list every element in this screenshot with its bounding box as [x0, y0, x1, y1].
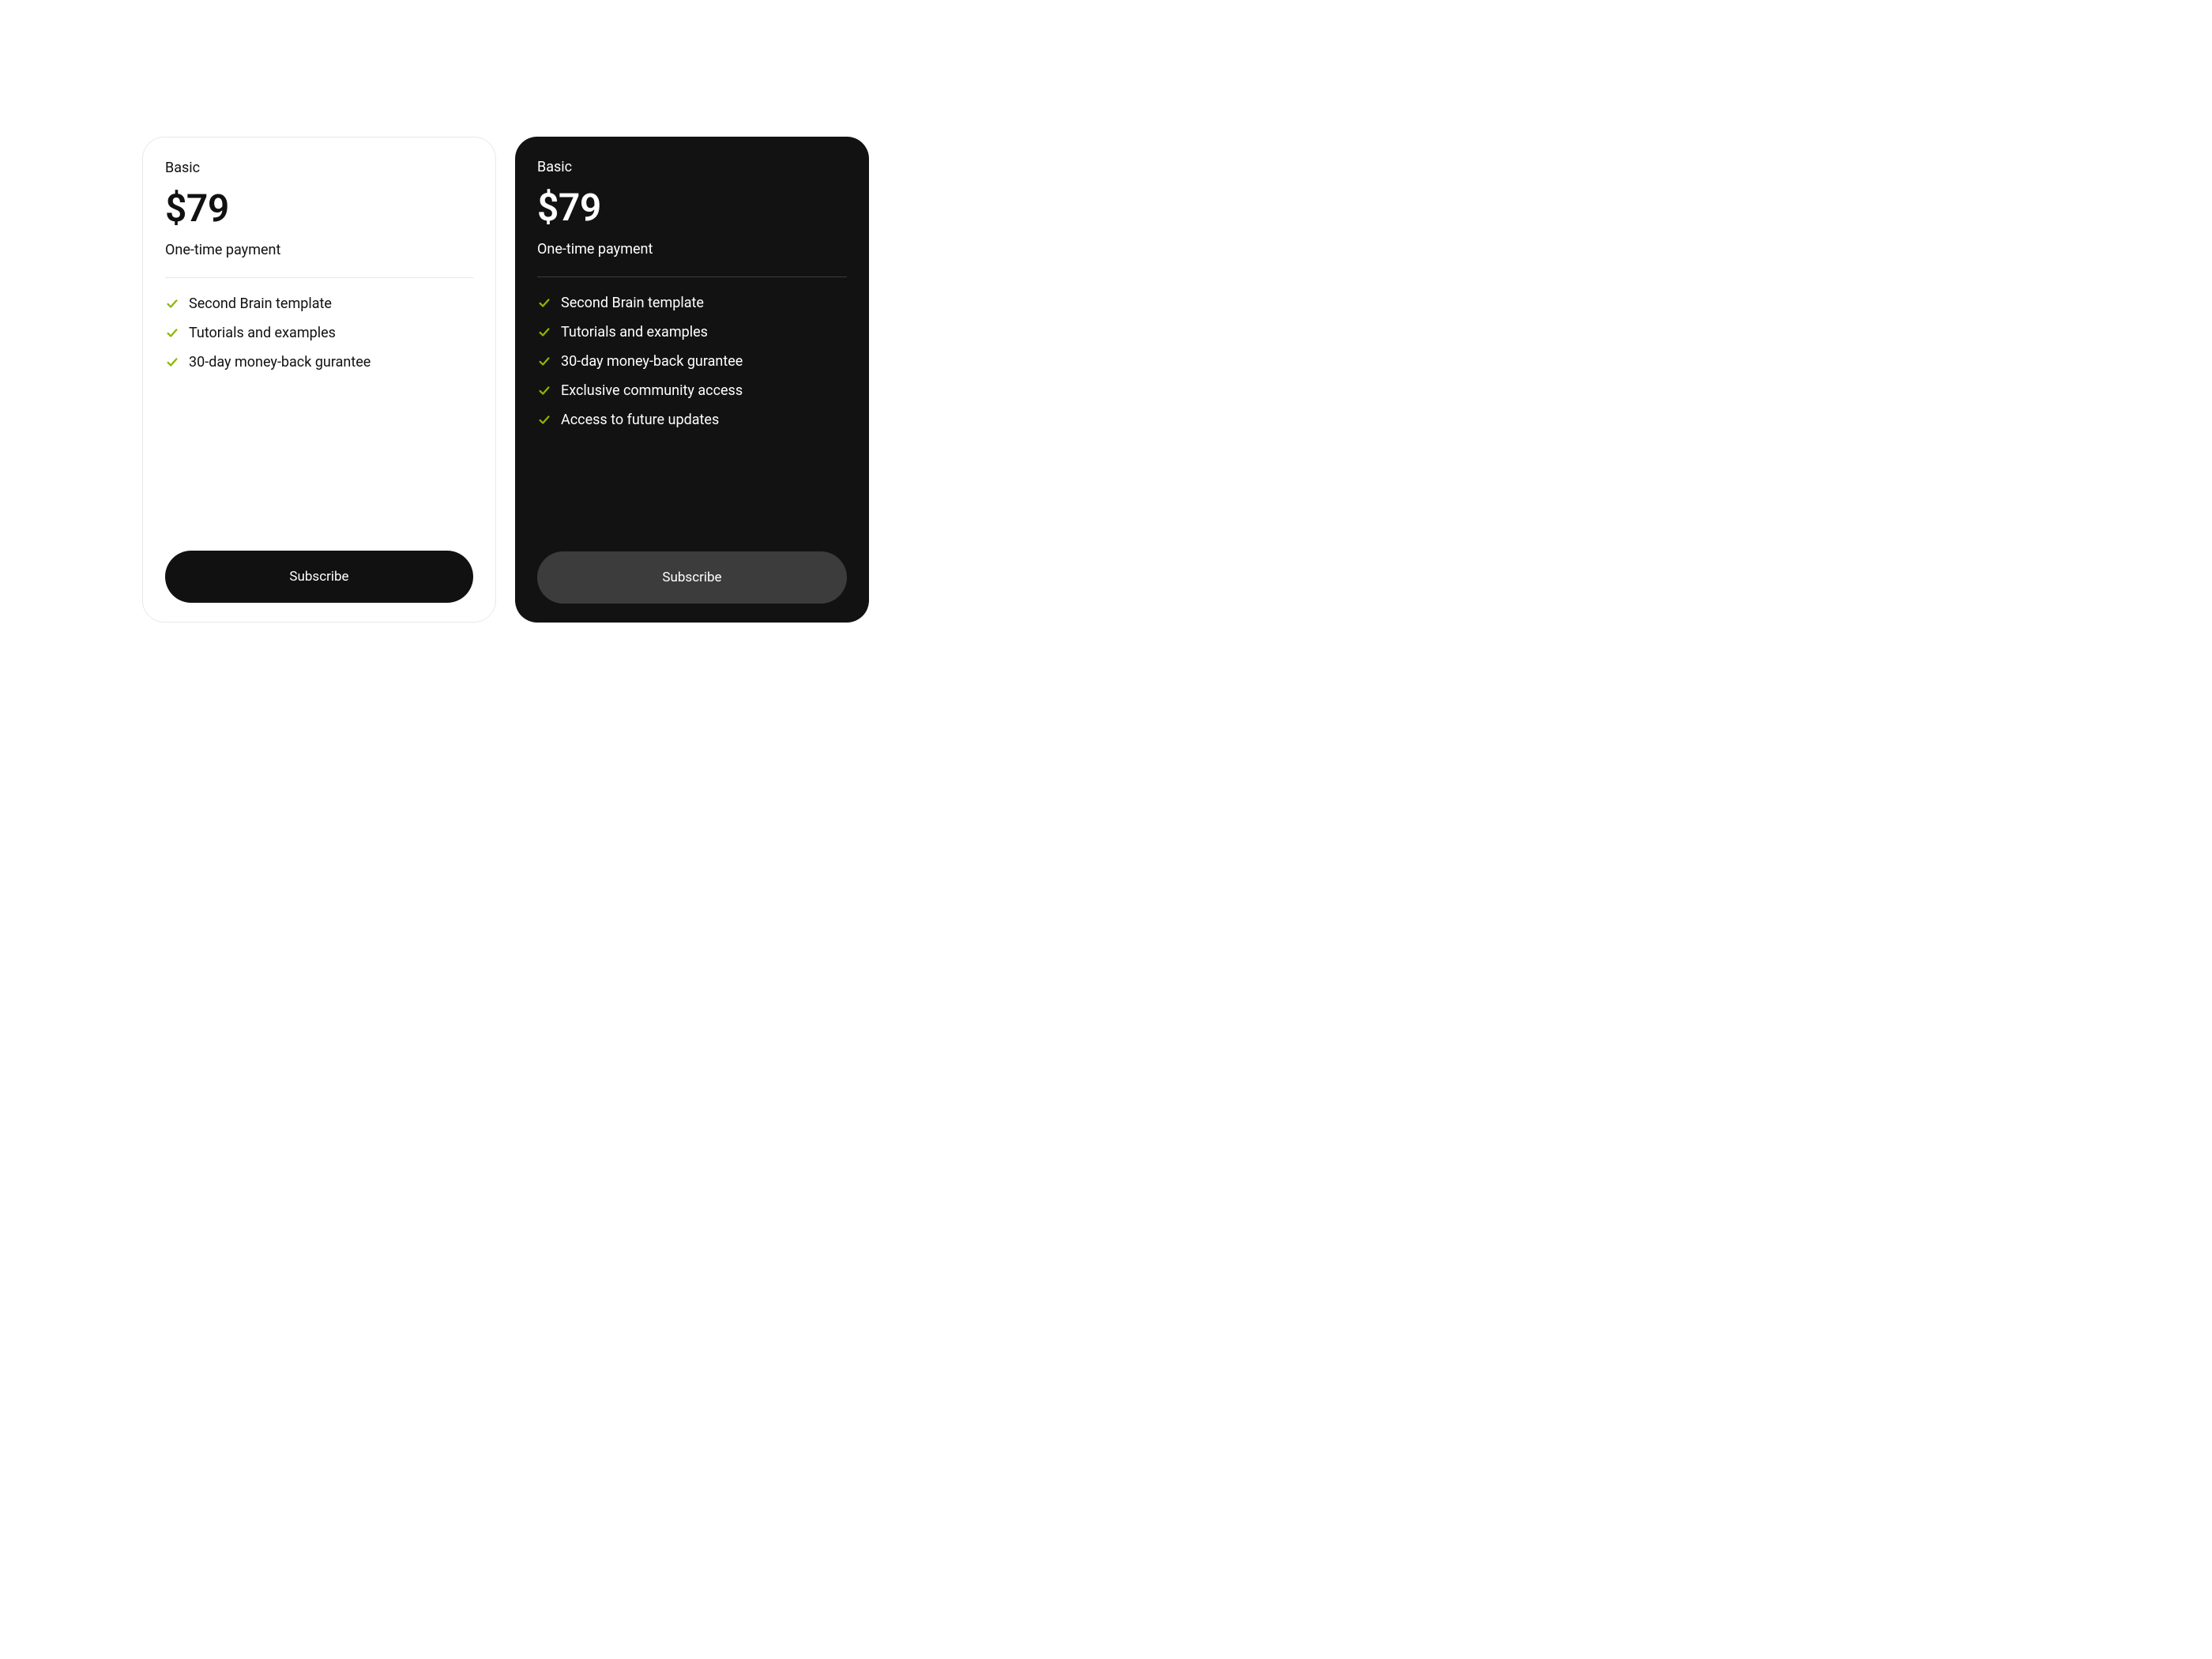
feature-item: Access to future updates	[537, 412, 847, 428]
check-icon	[165, 325, 179, 340]
check-icon	[537, 325, 551, 339]
divider	[165, 277, 473, 278]
feature-label: Exclusive community access	[561, 382, 743, 399]
feature-label: 30-day money-back gurantee	[189, 354, 371, 371]
feature-item: Tutorials and examples	[537, 324, 847, 340]
feature-item: Exclusive community access	[537, 382, 847, 399]
payment-type: One-time payment	[537, 241, 847, 258]
check-icon	[537, 383, 551, 397]
divider	[537, 276, 847, 277]
feature-item: Second Brain template	[165, 295, 473, 312]
pricing-card-light: Basic $79 One-time payment Second Brain …	[142, 137, 496, 623]
feature-label: Access to future updates	[561, 412, 719, 428]
plan-name: Basic	[165, 160, 473, 176]
feature-label: Tutorials and examples	[189, 325, 336, 341]
feature-item: Tutorials and examples	[165, 325, 473, 341]
subscribe-button[interactable]: Subscribe	[165, 551, 473, 603]
check-icon	[537, 295, 551, 310]
feature-label: Tutorials and examples	[561, 324, 708, 340]
plan-price: $79	[165, 186, 473, 231]
check-icon	[537, 412, 551, 427]
feature-label: Second Brain template	[189, 295, 332, 312]
feature-item: 30-day money-back gurantee	[165, 354, 473, 371]
feature-label: 30-day money-back gurantee	[561, 353, 743, 370]
pricing-card-dark: Basic $79 One-time payment Second Brain …	[515, 137, 869, 623]
feature-item: 30-day money-back gurantee	[537, 353, 847, 370]
feature-item: Second Brain template	[537, 295, 847, 311]
payment-type: One-time payment	[165, 242, 473, 258]
plan-name: Basic	[537, 159, 847, 175]
plan-price: $79	[537, 185, 847, 230]
feature-list: Second Brain template Tutorials and exam…	[165, 295, 473, 551]
subscribe-button[interactable]: Subscribe	[537, 551, 847, 604]
check-icon	[165, 296, 179, 310]
feature-label: Second Brain template	[561, 295, 704, 311]
check-icon	[537, 354, 551, 368]
check-icon	[165, 355, 179, 369]
feature-list: Second Brain template Tutorials and exam…	[537, 295, 847, 551]
